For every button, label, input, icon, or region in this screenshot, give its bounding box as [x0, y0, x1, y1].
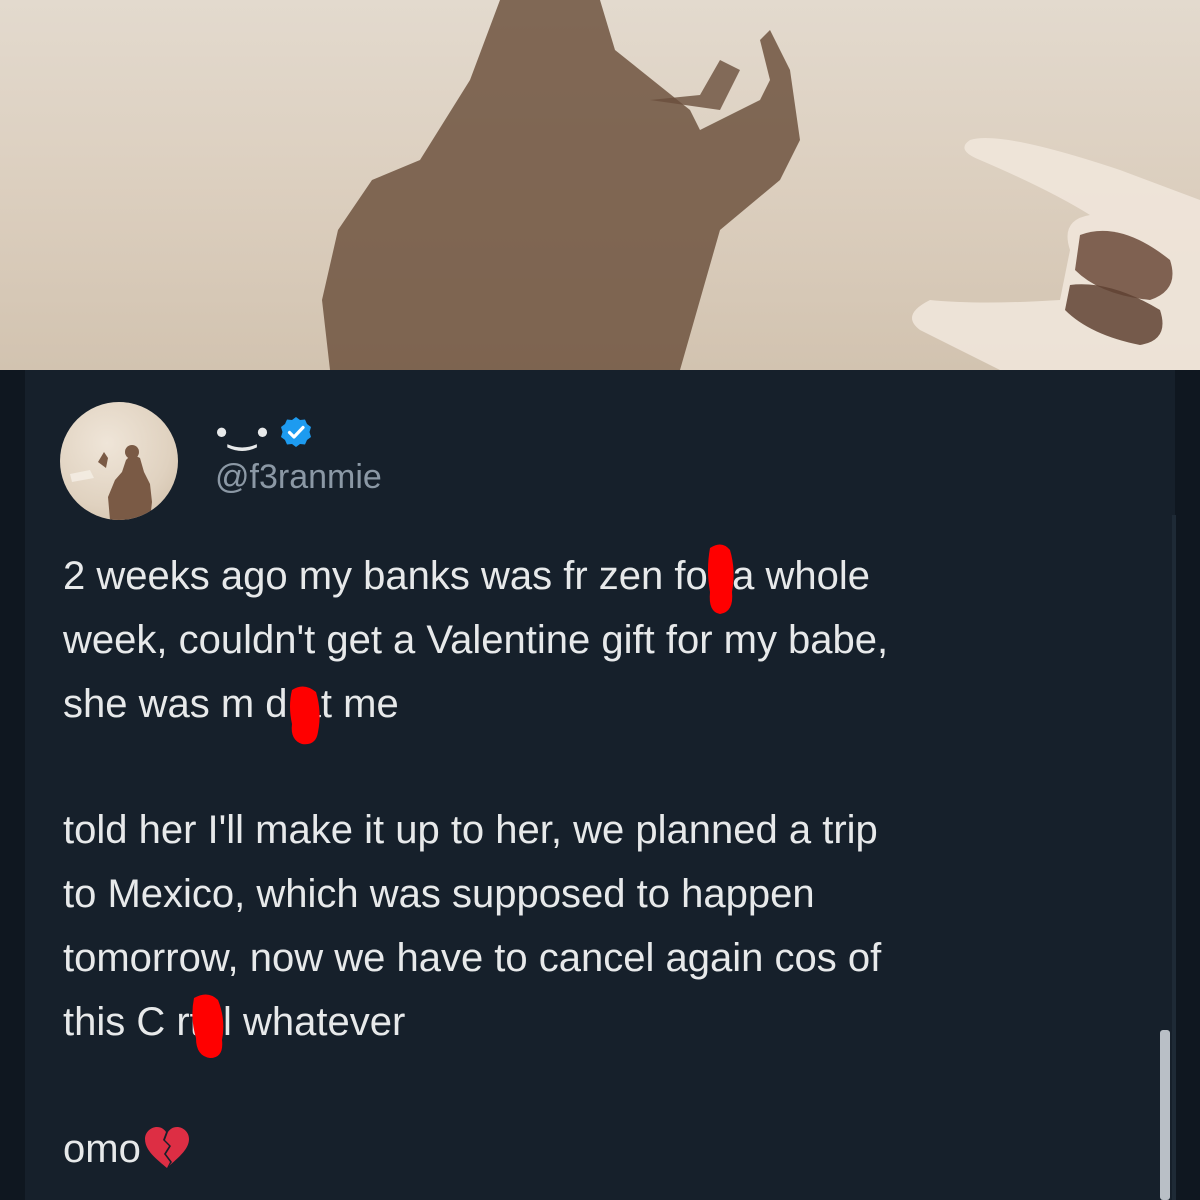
tweet-card	[25, 370, 1175, 1200]
tweet-text-omo: omo	[63, 1127, 141, 1171]
shadow-silhouette-image	[322, 0, 1200, 370]
avatar[interactable]	[60, 402, 178, 520]
verified-badge-icon	[281, 417, 312, 447]
right-margin	[1175, 370, 1200, 1200]
header-photo	[0, 0, 1200, 370]
broken-heart-icon	[144, 1127, 189, 1168]
scrollbar-thumb[interactable]	[1160, 1030, 1170, 1200]
censor-mark	[192, 994, 224, 1058]
left-margin	[0, 370, 25, 1200]
tweet-text-paragraph: 2 weeks ago my banks was fr zen for a wh…	[63, 554, 889, 726]
tweet-text-paragraph: omo	[63, 1117, 191, 1181]
display-name-row[interactable]: •‿•	[216, 412, 312, 452]
censor-mark	[290, 686, 320, 745]
censor-mark	[708, 544, 734, 614]
avatar-silhouette-image	[70, 445, 152, 520]
user-handle[interactable]: @f3ranmie	[215, 455, 382, 499]
scrollbar-track[interactable]	[1172, 515, 1176, 1200]
display-name[interactable]: •‿•	[216, 413, 270, 451]
